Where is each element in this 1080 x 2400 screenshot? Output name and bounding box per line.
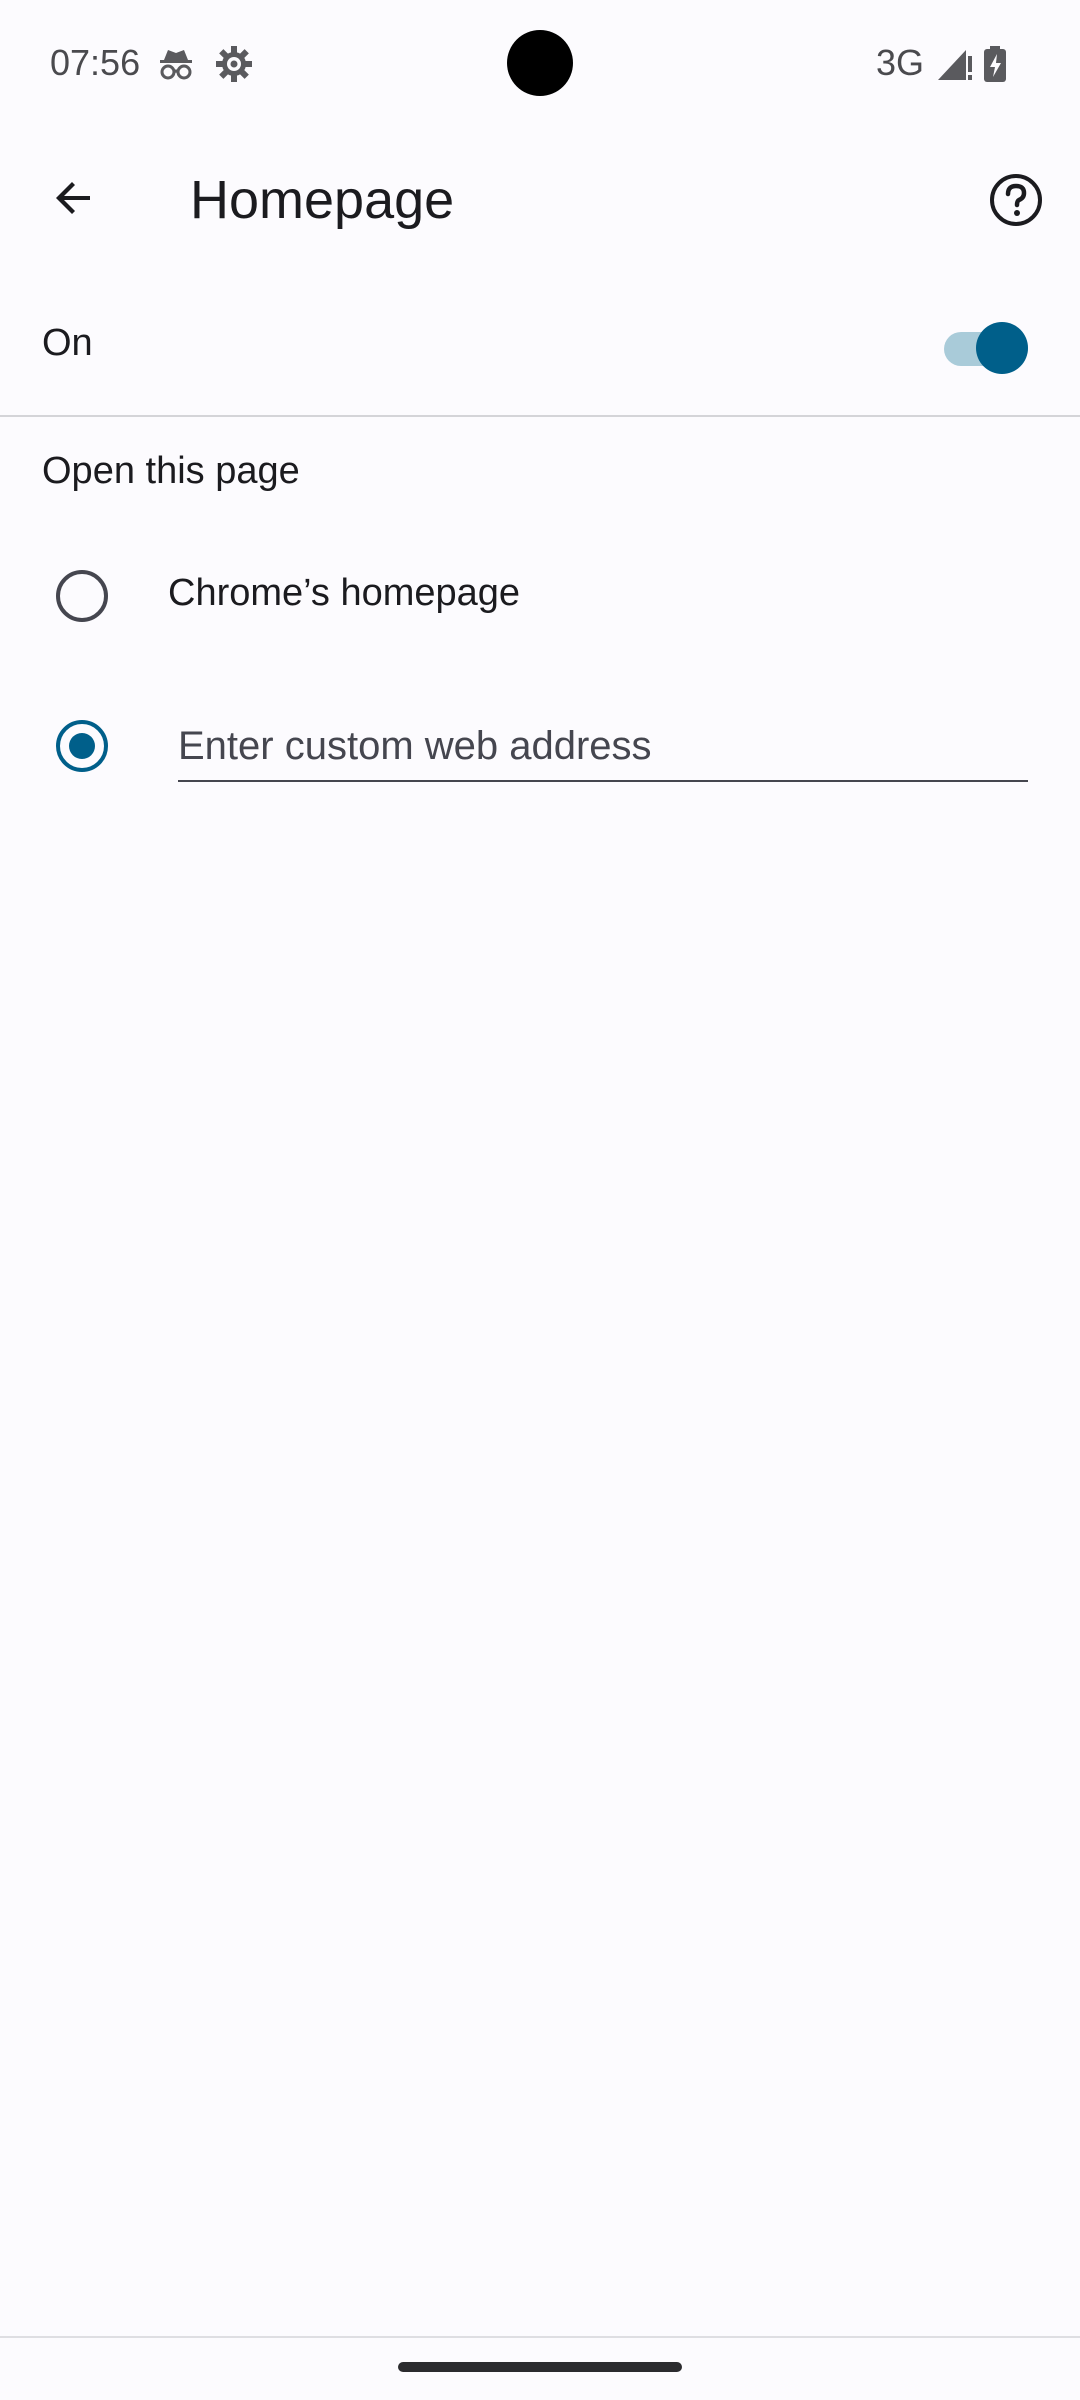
status-bar: 07:56 3G xyxy=(0,0,1080,128)
radio-custom-address[interactable] xyxy=(56,720,108,772)
custom-address-input[interactable] xyxy=(178,712,1028,782)
gesture-handle[interactable] xyxy=(398,2362,682,2372)
radio-chrome-homepage[interactable] xyxy=(56,570,108,622)
battery-charging-icon xyxy=(980,44,1020,84)
network-type: 3G xyxy=(876,42,925,83)
page-title: Homepage xyxy=(190,170,455,230)
divider xyxy=(0,415,1080,417)
app-bar: Homepage xyxy=(0,128,1080,272)
navigation-bar-divider xyxy=(0,2336,1080,2338)
signal-icon xyxy=(934,44,974,84)
homepage-switch[interactable] xyxy=(944,322,1032,374)
switch-thumb xyxy=(976,322,1028,374)
option-chrome-homepage[interactable]: Chrome’s homepage xyxy=(0,536,1080,656)
help-button[interactable] xyxy=(980,164,1052,236)
arrow-back-icon xyxy=(56,182,90,214)
status-time: 07:56 xyxy=(50,42,141,83)
help-circle-icon xyxy=(990,174,1042,226)
option-label: Chrome’s homepage xyxy=(168,572,521,614)
back-button[interactable] xyxy=(38,162,110,234)
camera-cutout xyxy=(507,30,573,96)
section-header: Open this page xyxy=(42,450,300,492)
incognito-icon xyxy=(156,44,196,84)
homepage-toggle-row[interactable]: On xyxy=(0,290,1080,402)
toggle-label: On xyxy=(42,322,93,364)
settings-gear-icon xyxy=(214,44,254,84)
